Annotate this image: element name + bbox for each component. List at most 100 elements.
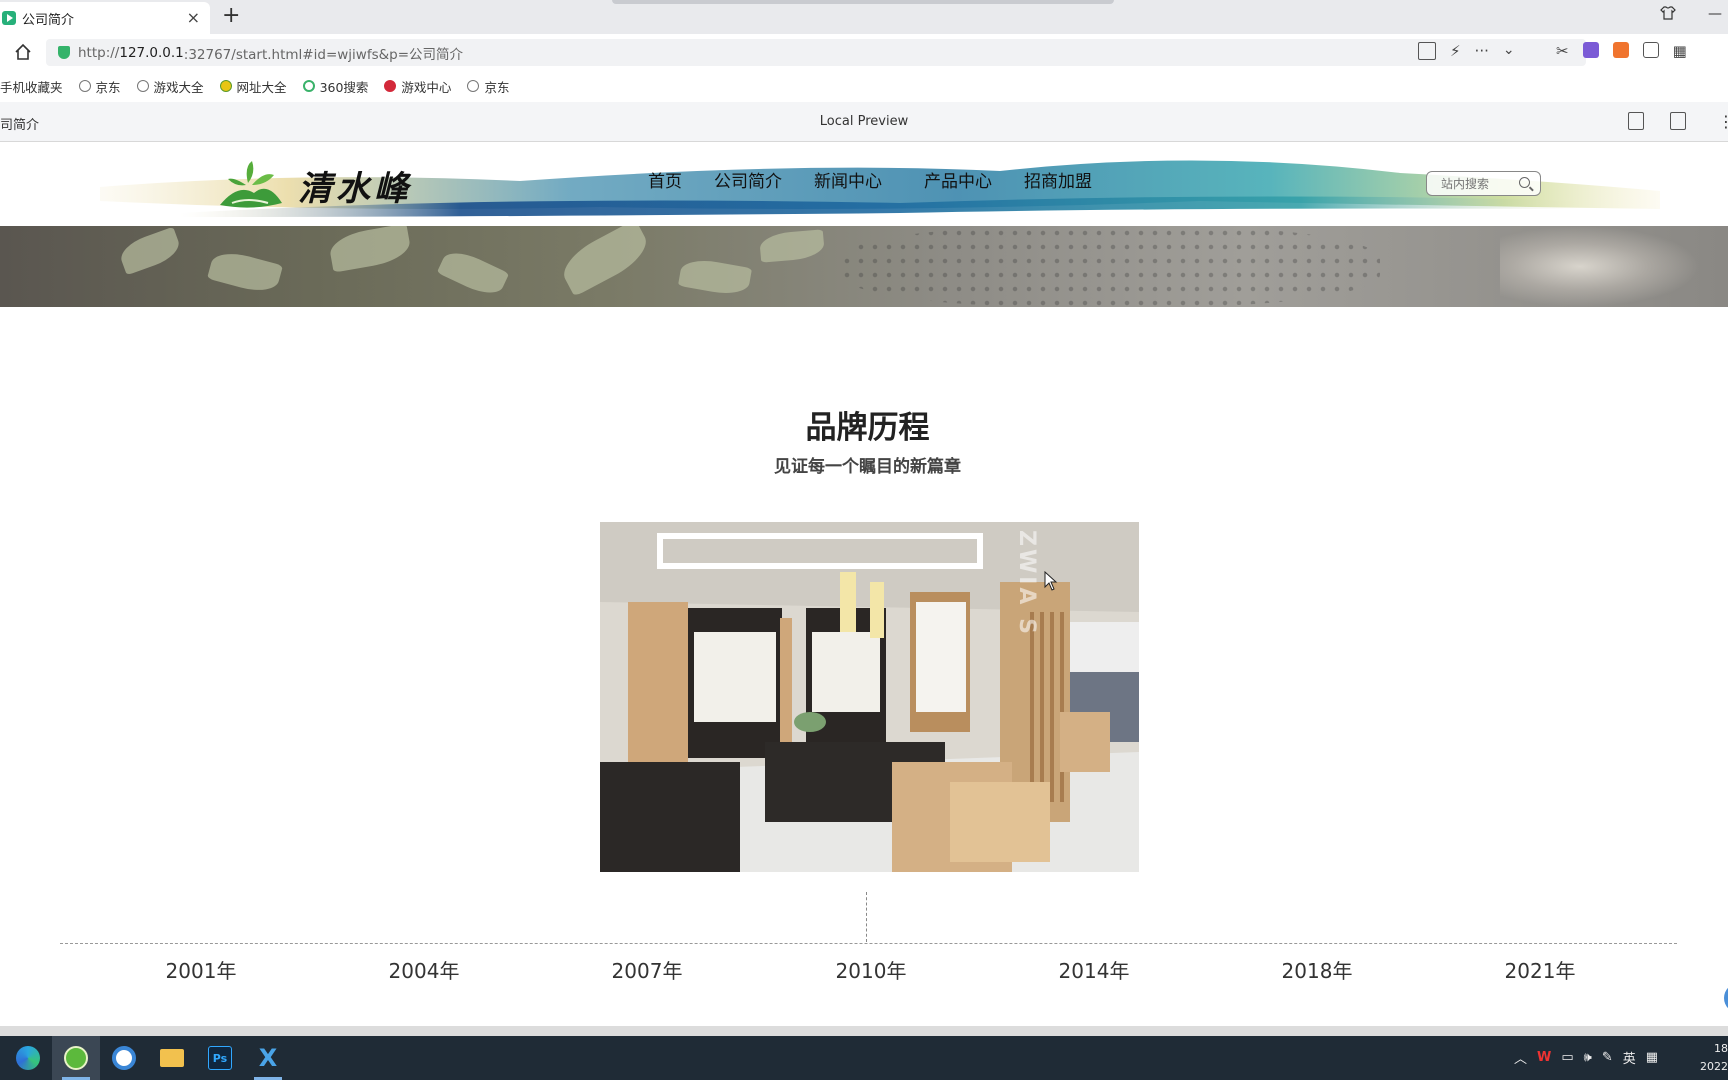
site-header: 清水峰 首页 公司简介 新闻中心 产品中心 招商加盟 [0, 143, 1728, 226]
tab-close-icon[interactable]: × [187, 8, 200, 27]
globe-icon [136, 80, 149, 92]
logo-text: 清水峰 [298, 168, 412, 209]
axure-app[interactable]: X [244, 1036, 292, 1080]
ime-indicator[interactable]: 英 [1623, 1048, 1636, 1067]
tray-expand-icon[interactable]: ︿ [1514, 1048, 1527, 1067]
browser-tab[interactable]: 公司简介 × [0, 2, 210, 34]
tea-leaves-banner [0, 226, 1728, 307]
timeline-year[interactable]: 2004年 [389, 955, 460, 984]
timeline-year[interactable]: 2010年 [836, 955, 907, 984]
bookmark-games[interactable]: 游戏大全 [136, 77, 204, 96]
keyboard-icon[interactable]: ▦ [1646, 1050, 1658, 1065]
web-directory-icon [219, 80, 232, 92]
url-host: 127.0.0.1 [119, 44, 184, 61]
store-interior-photo [600, 522, 1139, 872]
preview-title: Local Preview [819, 114, 909, 129]
apps-grid-icon[interactable]: ▦ [1673, 42, 1687, 60]
timeline-year[interactable]: 2001年 [166, 955, 237, 984]
more-dots-icon[interactable]: ··· [1475, 42, 1489, 60]
system-clock[interactable]: 18 2022 [1700, 1040, 1728, 1076]
timeline-year[interactable]: 2018年 [1282, 955, 1353, 984]
clock-date: 2022 [1700, 1060, 1728, 1073]
banner-hand [1500, 226, 1700, 307]
tshirt-skin-icon[interactable] [1660, 6, 1676, 24]
translate-icon[interactable] [1418, 42, 1436, 60]
timeline-year[interactable]: 2021年 [1505, 955, 1576, 984]
secure-shield-icon [58, 46, 70, 59]
volume-icon[interactable]: 🕪 [1584, 1050, 1592, 1065]
bookmark-label: 京东 [484, 79, 510, 95]
bookmark-web-directory[interactable]: 网址大全 [219, 77, 287, 96]
bookmark-label: 游戏中心 [401, 79, 452, 95]
home-icon[interactable] [14, 43, 32, 61]
360-browser-app[interactable] [52, 1036, 100, 1080]
timeline-years: 2001年 2004年 2007年 2010年 2014年 2018年 2021… [0, 955, 1728, 985]
bamboo-sieve [840, 226, 1380, 307]
360-browser-icon [64, 1046, 88, 1070]
url-input[interactable]: http:// 127.0.0.1 :32767/start.html#id=w… [46, 39, 1586, 66]
nav-home[interactable]: 首页 [648, 167, 682, 192]
nav-products[interactable]: 产品中心 [924, 167, 992, 192]
site-logo[interactable]: 清水峰 [218, 155, 412, 215]
bookmark-label: 360搜索 [319, 79, 369, 95]
pen-icon[interactable]: ✎ [1602, 1050, 1613, 1065]
preview-toolbar: 司简介 Local Preview ⋮ [0, 102, 1728, 142]
bookmark-jd[interactable]: 京东 [78, 77, 121, 96]
nav-franchise[interactable]: 招商加盟 [1024, 167, 1092, 192]
windows-taskbar: Ps X ︿ W ▭ 🕪 ✎ 英 ▦ 18 2022 [0, 1036, 1728, 1080]
clock-time: 18 [1714, 1042, 1728, 1055]
search-icon[interactable] [1519, 177, 1530, 188]
top-drop-bar [612, 0, 1114, 4]
file-explorer-app[interactable] [148, 1036, 196, 1080]
banner-leaf [677, 256, 753, 298]
edge-icon [16, 1046, 40, 1070]
timeline-marker-line [866, 892, 867, 942]
edit-icon[interactable] [1670, 112, 1686, 130]
feather-app[interactable] [100, 1036, 148, 1080]
site-search-input[interactable] [1441, 176, 1519, 191]
bookmark-game-center[interactable]: 游戏中心 [384, 77, 451, 96]
scissors-icon[interactable]: ✂ [1556, 42, 1569, 60]
section-title: 品牌历程 [805, 410, 930, 446]
game-ext-icon[interactable] [1612, 42, 1629, 58]
image-watermark: ZWIA S [1014, 530, 1039, 637]
reader-ext-icon[interactable] [1642, 42, 1659, 58]
banner-leaf [758, 229, 826, 263]
feather-icon [112, 1046, 136, 1070]
translate-ext-icon[interactable] [1582, 42, 1599, 58]
timeline-year[interactable]: 2007年 [612, 955, 683, 984]
more-vertical-icon[interactable]: ⋮ [1718, 112, 1728, 131]
bookmark-jd-2[interactable]: 京东 [467, 77, 509, 96]
timeline-year[interactable]: 2014年 [1059, 955, 1130, 984]
lightning-icon[interactable]: ⚡ [1450, 42, 1461, 60]
logo-mountain-icon [220, 161, 282, 208]
minimize-button[interactable]: — [1708, 6, 1722, 22]
wps-tray-icon[interactable]: W [1537, 1050, 1551, 1065]
edge-browser-app[interactable] [4, 1036, 52, 1080]
floating-chat-button[interactable] [1724, 983, 1728, 1013]
nav-about[interactable]: 公司简介 [714, 167, 782, 192]
game-center-icon [384, 80, 397, 92]
bookmark-label: 网址大全 [236, 79, 287, 95]
bookmark-360-search[interactable]: 360搜索 [302, 77, 369, 96]
tab-title: 公司简介 [22, 12, 75, 28]
timeline-axis [60, 943, 1677, 944]
bookmark-label: 手机收藏夹 [0, 79, 63, 95]
site-search[interactable] [1426, 171, 1541, 196]
document-icon[interactable] [1628, 112, 1644, 130]
url-path: :32767/start.html#id=wjiwfs&p=公司简介 [183, 46, 464, 63]
new-tab-button[interactable]: + [222, 3, 240, 28]
bookmark-mobile-folder[interactable]: 手机收藏夹 [0, 77, 63, 96]
bookmark-label: 京东 [95, 79, 121, 95]
url-prefix: http:// [78, 44, 120, 61]
chevron-down-icon[interactable]: ⌄ [1503, 42, 1515, 60]
photoshop-app[interactable]: Ps [196, 1036, 244, 1080]
360-search-icon [302, 80, 315, 92]
nav-news[interactable]: 新闻中心 [814, 167, 882, 192]
browser-tab-bar: 公司简介 × + — [0, 0, 1728, 34]
horizontal-scrollbar[interactable] [0, 1026, 1728, 1036]
axure-icon: X [258, 1044, 278, 1072]
folder-icon [160, 1049, 184, 1067]
globe-icon [467, 80, 480, 92]
network-icon[interactable]: ▭ [1561, 1050, 1573, 1065]
